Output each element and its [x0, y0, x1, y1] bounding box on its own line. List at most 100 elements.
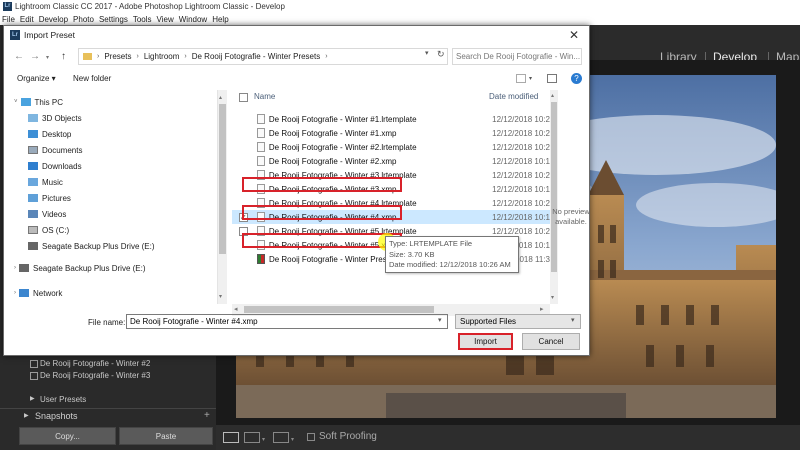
menu-edit[interactable]: Edit — [20, 15, 34, 24]
scroll-left-icon[interactable]: ◂ — [234, 305, 238, 313]
scrollbar-thumb[interactable] — [219, 104, 226, 254]
up-arrow-icon[interactable]: ↑ — [61, 51, 66, 62]
drive-icon — [28, 226, 38, 234]
compressed-folder-icon — [256, 254, 265, 264]
expand-chevron-icon[interactable]: › — [14, 265, 16, 271]
select-all-checkbox[interactable] — [239, 93, 248, 102]
breadcrumb-item[interactable]: Lightroom — [144, 52, 180, 61]
app-title: Lightroom Classic CC 2017 - Adobe Photos… — [15, 2, 285, 11]
chevron-down-icon[interactable]: ▾ — [438, 316, 442, 324]
forward-arrow-icon[interactable]: → — [30, 51, 40, 62]
preset-item[interactable]: De Rooij Fotografie - Winter #2 — [40, 359, 150, 368]
highlight-box — [242, 177, 402, 192]
dialog-footer: File name: De Rooij Fotografie - Winter … — [4, 314, 589, 356]
copy-button[interactable]: Copy... — [19, 427, 116, 445]
back-arrow-icon[interactable]: ← — [14, 51, 24, 62]
menu-view[interactable]: View — [157, 15, 174, 24]
nav-os-c[interactable]: OS (C:) — [4, 222, 214, 238]
scroll-down-icon[interactable]: ▾ — [219, 293, 222, 300]
cancel-button[interactable]: Cancel — [522, 333, 580, 350]
menu-develop[interactable]: Develop — [39, 15, 68, 24]
user-presets-folder[interactable]: User Presets — [40, 395, 86, 404]
menu-file[interactable]: File — [2, 15, 15, 24]
chevron-down-icon[interactable]: ▾ — [529, 75, 532, 82]
menu-photo[interactable]: Photo — [73, 15, 94, 24]
expand-triangle-icon[interactable]: ▶ — [24, 412, 29, 419]
paste-button[interactable]: Paste — [119, 427, 213, 445]
file-name-input[interactable]: De Rooij Fotografie - Winter #4.xmp — [126, 314, 448, 329]
nav-label: Documents — [42, 145, 83, 155]
address-bar[interactable]: › Presets › Lightroom › De Rooij Fotogra… — [78, 48, 448, 65]
scrollbar-thumb[interactable] — [244, 306, 434, 313]
before-after-swap-icon[interactable] — [273, 432, 289, 443]
nav-seagate-drive-root[interactable]: › Seagate Backup Plus Drive (E:) — [4, 260, 214, 276]
file-row[interactable]: De Rooij Fotografie - Winter #1.xmp 12/1… — [232, 126, 550, 140]
preview-pane-icon[interactable] — [547, 74, 557, 83]
menu-tools[interactable]: Tools — [133, 15, 152, 24]
breadcrumb-item[interactable]: De Rooij Fotografie - Winter Presets — [192, 52, 321, 61]
add-snapshot-icon[interactable]: + — [204, 410, 210, 421]
nav-label: Seagate Backup Plus Drive (E:) — [33, 263, 146, 273]
help-icon[interactable]: ? — [571, 73, 582, 84]
new-folder-button[interactable]: New folder — [73, 74, 111, 83]
recent-locations-icon[interactable]: ▾ — [46, 54, 49, 61]
chevron-down-icon[interactable]: ▾ — [291, 436, 294, 443]
chevron-right-icon: › — [184, 53, 187, 60]
nav-downloads[interactable]: Downloads — [4, 158, 214, 174]
chevron-down-icon[interactable]: ▾ — [571, 316, 575, 324]
file-name-value: De Rooij Fotografie - Winter #4.xmp — [130, 317, 258, 326]
expand-triangle-icon[interactable]: ▶ — [30, 395, 35, 402]
navigation-scrollbar[interactable]: ▴ ▾ — [217, 90, 227, 304]
before-after-icon[interactable] — [244, 432, 260, 443]
menu-window[interactable]: Window — [179, 15, 207, 24]
nav-3d-objects[interactable]: 3D Objects — [4, 110, 214, 126]
nav-seagate-drive[interactable]: Seagate Backup Plus Drive (E:) — [4, 238, 214, 254]
file-type-select[interactable]: Supported Files — [455, 314, 581, 329]
soft-proofing-checkbox[interactable] — [307, 433, 315, 441]
scroll-right-icon[interactable]: ▸ — [540, 305, 544, 313]
file-name: De Rooij Fotografie - Winter #1.lrtempla… — [268, 114, 417, 124]
scrollbar-thumb[interactable] — [551, 102, 557, 272]
refresh-icon[interactable]: ↻ — [437, 49, 449, 64]
scroll-down-icon[interactable]: ▾ — [551, 294, 554, 301]
search-input[interactable]: Search De Rooij Fotografie - Win... — [452, 48, 582, 65]
nav-pictures[interactable]: Pictures — [4, 190, 214, 206]
column-header-date[interactable]: Date modified — [489, 92, 538, 101]
file-list-scrollbar[interactable]: ▴ ▾ — [550, 90, 558, 304]
import-button[interactable]: Import — [458, 333, 513, 350]
file-row[interactable]: De Rooij Fotografie - Winter #1.lrtempla… — [232, 112, 550, 126]
menu-settings[interactable]: Settings — [99, 15, 128, 24]
close-button[interactable]: ✕ — [559, 26, 589, 44]
file-type-value: Supported Files — [460, 317, 517, 326]
chevron-down-icon[interactable]: ▾ — [262, 436, 265, 443]
file-row[interactable]: De Rooij Fotografie - Winter #2.xmp 12/1… — [232, 154, 550, 168]
import-preset-dialog: Lr Import Preset ✕ ← → ▾ ↑ › Presets › L… — [3, 25, 590, 356]
nav-music[interactable]: Music — [4, 174, 214, 190]
file-name-label: File name: — [88, 318, 126, 327]
scroll-up-icon[interactable]: ▴ — [219, 94, 222, 101]
expand-chevron-icon[interactable]: › — [14, 290, 16, 296]
snapshots-panel-header[interactable]: Snapshots — [35, 411, 78, 421]
nav-label: Seagate Backup Plus Drive (E:) — [42, 241, 155, 251]
nav-label: Network — [33, 288, 63, 298]
nav-network[interactable]: › Network — [4, 285, 214, 301]
nav-videos[interactable]: Videos — [4, 206, 214, 222]
scroll-up-icon[interactable]: ▴ — [551, 92, 554, 99]
column-header-name[interactable]: Name — [254, 92, 275, 101]
loupe-view-icon[interactable] — [223, 432, 239, 443]
breadcrumb-item[interactable]: Presets — [104, 52, 131, 61]
navigation-pane: ˅ This PC 3D Objects Desktop Documents D… — [4, 90, 217, 304]
nav-documents[interactable]: Documents — [4, 142, 214, 158]
file-row[interactable]: De Rooij Fotografie - Winter #2.lrtempla… — [232, 140, 550, 154]
nav-this-pc[interactable]: ˅ This PC — [4, 94, 214, 110]
menu-help[interactable]: Help — [212, 15, 228, 24]
preset-icon — [30, 360, 38, 368]
organize-menu[interactable]: Organize ▾ — [17, 74, 56, 83]
expand-chevron-icon[interactable]: ˅ — [14, 99, 18, 105]
view-options-icon[interactable] — [516, 74, 526, 83]
nav-desktop[interactable]: Desktop — [4, 126, 214, 142]
address-dropdown-icon[interactable]: ▾ — [425, 49, 437, 64]
preset-icon — [30, 372, 38, 380]
preset-item[interactable]: De Rooij Fotografie - Winter #3 — [40, 371, 150, 380]
soft-proofing-label: Soft Proofing — [319, 431, 377, 442]
